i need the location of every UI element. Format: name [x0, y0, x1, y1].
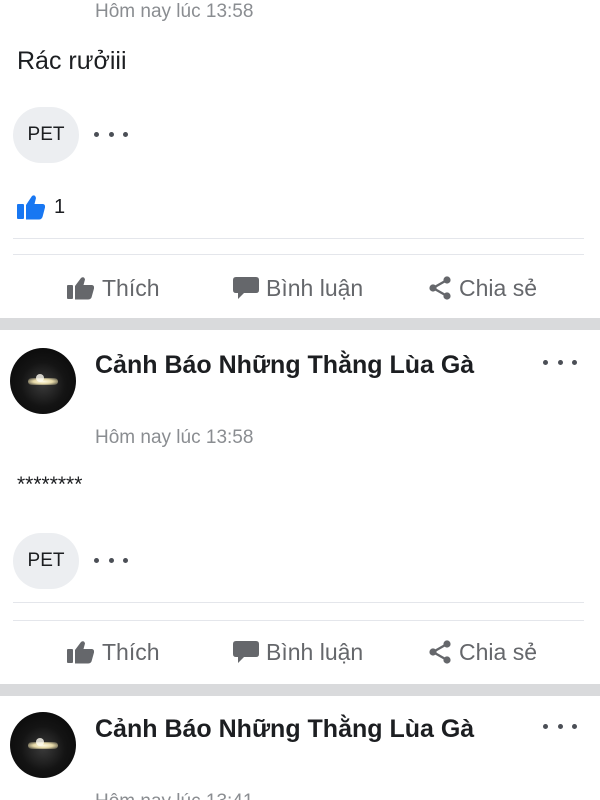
share-button[interactable]: Chia sẻ: [427, 632, 537, 672]
post-timestamp[interactable]: Hôm nay lúc 13:41: [95, 790, 253, 800]
comment-button[interactable]: Bình luận: [232, 632, 363, 672]
more-dots-icon[interactable]: [540, 352, 580, 372]
post-text: Rác rưởiii: [17, 47, 127, 75]
tag-pill[interactable]: PET: [13, 107, 79, 163]
comment-label: Bình luận: [266, 638, 364, 665]
tag-more-dots-icon[interactable]: [94, 554, 128, 566]
reaction-summary[interactable]: 1: [16, 194, 65, 220]
post-actions: Thích Bình luận Chia sẻ: [0, 632, 600, 672]
page-name[interactable]: Cảnh Báo Những Thằng Lùa Gà: [95, 348, 495, 382]
like-label: Thích: [102, 638, 160, 665]
post-text: ********: [17, 473, 83, 496]
post-2: Cảnh Báo Những Thằng Lùa Gà Hôm nay lúc …: [0, 330, 600, 684]
comment-label: Bình luận: [266, 274, 364, 301]
post-1: Hôm nay lúc 13:58 Rác rưởiii PET 1 Thích…: [0, 0, 600, 318]
post-separator: [0, 684, 600, 696]
share-icon: [429, 640, 451, 664]
page-avatar[interactable]: [10, 712, 76, 778]
comment-bubble-icon: [233, 641, 259, 663]
divider: [13, 620, 584, 621]
thumbs-up-icon: [67, 641, 95, 664]
thumbs-up-icon: [67, 277, 95, 300]
share-label: Chia sẻ: [459, 274, 537, 301]
more-dots-icon[interactable]: [540, 716, 580, 736]
page-name[interactable]: Cảnh Báo Những Thằng Lùa Gà: [95, 712, 495, 746]
divider: [13, 254, 584, 255]
reaction-count: 1: [54, 195, 66, 218]
like-reaction-icon: [17, 195, 46, 220]
like-button[interactable]: Thích: [66, 632, 160, 672]
post-actions: Thích Bình luận Chia sẻ: [0, 268, 600, 308]
like-button[interactable]: Thích: [66, 268, 160, 308]
tag-more-dots-icon[interactable]: [94, 128, 128, 140]
divider: [13, 602, 584, 603]
divider: [13, 238, 584, 239]
share-label: Chia sẻ: [459, 638, 537, 665]
share-button[interactable]: Chia sẻ: [427, 268, 537, 308]
tag-pill[interactable]: PET: [13, 533, 79, 589]
post-timestamp[interactable]: Hôm nay lúc 13:58: [95, 426, 253, 450]
share-icon: [429, 276, 451, 300]
comment-button[interactable]: Bình luận: [232, 268, 363, 308]
post-separator: [0, 318, 600, 330]
page-avatar[interactable]: [10, 348, 76, 414]
comment-bubble-icon: [233, 277, 259, 299]
post-timestamp[interactable]: Hôm nay lúc 13:58: [95, 0, 253, 24]
post-3: Cảnh Báo Những Thằng Lùa Gà Hôm nay lúc …: [0, 696, 600, 800]
like-label: Thích: [102, 274, 160, 301]
